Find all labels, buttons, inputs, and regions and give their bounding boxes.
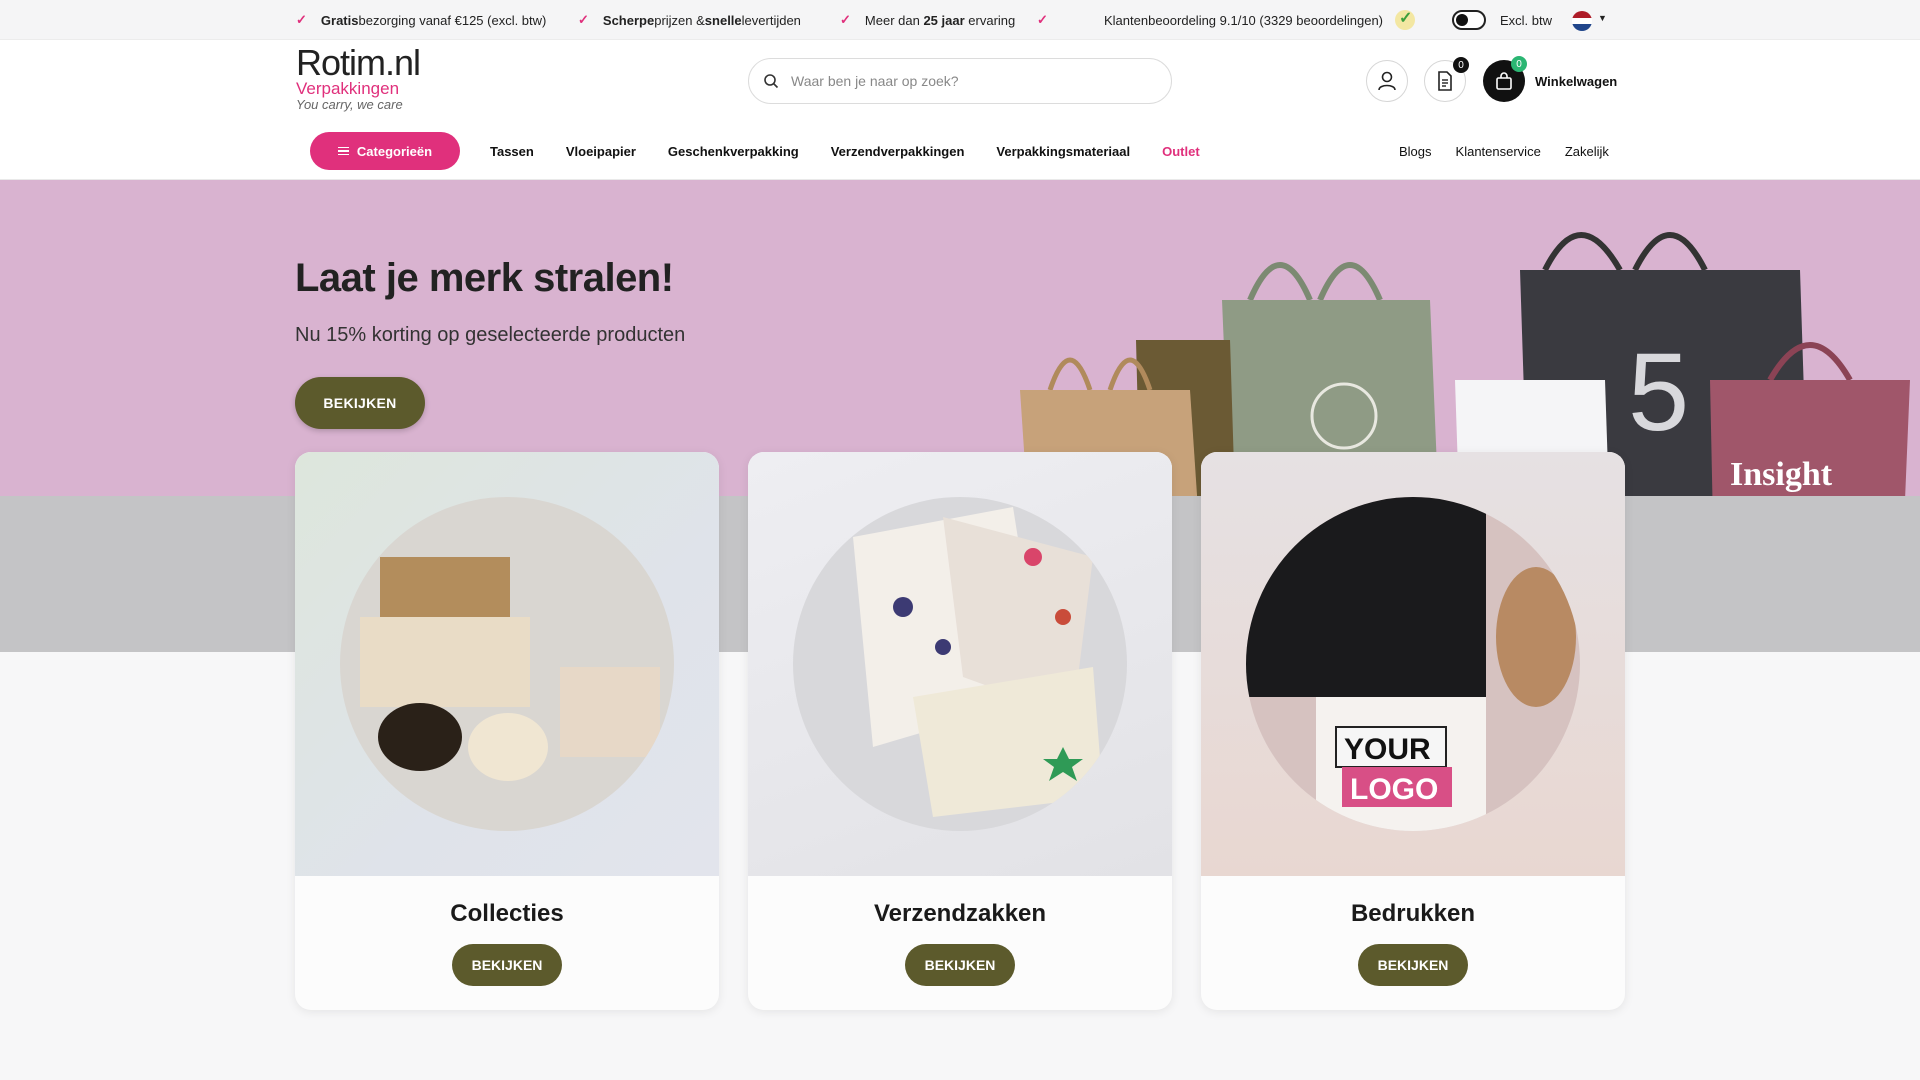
customer-rating[interactable]: Klantenbeoordeling 9.1/10 (3329 beoordel… — [1104, 0, 1415, 40]
card-title: Verzendzakken — [873, 900, 1047, 927]
nav-item-verzendverpakkingen[interactable]: Verzendverpakkingen — [831, 144, 965, 159]
card-title: Collecties — [450, 900, 564, 927]
shopping-bag-button[interactable]: 0 — [1483, 56, 1527, 102]
check-icon: ✓ — [1037, 12, 1048, 27]
hero-bags-image: 5 Insight — [1020, 232, 1910, 496]
svg-text:LOGO: LOGO — [1350, 773, 1438, 806]
quote-button[interactable]: 0 — [1424, 57, 1469, 102]
check-icon: ✓ — [840, 12, 851, 27]
user-icon — [1378, 71, 1396, 91]
search-icon[interactable] — [763, 73, 779, 89]
document-icon — [1438, 71, 1452, 91]
nav-links: Tassen Vloeipapier Geschenkverpakking Ve… — [490, 132, 1200, 170]
usp-text: ervaring — [968, 12, 1016, 28]
usp-bold: Scherpe — [602, 12, 655, 28]
categories-button[interactable]: Categorieën — [310, 132, 460, 170]
rating-text: Klantenbeoordeling 9.1/10 (3329 beoordel… — [1104, 12, 1383, 28]
hero-banner: 5 Insight Laat je merk stralen! Nu 15% k… — [0, 180, 1920, 496]
site-header: Rotim.nl Verpakkingen You carry, we care… — [0, 40, 1920, 180]
printed-box-image: YOUR LOGO — [1246, 497, 1580, 831]
usp-text: Meer dan — [864, 12, 920, 28]
chevron-down-icon[interactable]: ▼ — [1598, 13, 1607, 23]
usp-text: levertijden — [741, 12, 801, 28]
svg-text:YOUR: YOUR — [1344, 733, 1431, 766]
logo-main-text: Rotim.nl — [296, 42, 421, 83]
card-title: Bedrukken — [1350, 900, 1476, 927]
usp-rating-check: ✓ — [1037, 0, 1062, 40]
toggle-switch[interactable] — [1452, 10, 1486, 30]
review-badge-icon — [1395, 8, 1415, 30]
account-button[interactable] — [1366, 60, 1408, 102]
usp-bold: 25 jaar — [923, 12, 965, 28]
card-image — [748, 452, 1172, 876]
card-image — [295, 452, 719, 876]
svg-text:5: 5 — [1628, 331, 1689, 454]
nav-item-outlet[interactable]: Outlet — [1162, 144, 1200, 159]
card-image: YOUR LOGO — [1201, 452, 1625, 876]
collections-image — [340, 497, 674, 831]
usp-text: prijzen & — [654, 12, 705, 28]
quote-count-badge: 0 — [1453, 57, 1469, 73]
category-card-bedrukken[interactable]: YOUR LOGO Bedrukken BEKIJKEN — [1201, 452, 1625, 1010]
nav-item-klantenservice[interactable]: Klantenservice — [1456, 144, 1541, 159]
cart-count-badge: 0 — [1511, 56, 1527, 72]
card-view-button[interactable]: BEKIJKEN — [905, 944, 1015, 986]
search-input[interactable] — [791, 73, 1131, 89]
svg-text:Insight: Insight — [1730, 456, 1833, 493]
nav-item-blogs[interactable]: Blogs — [1399, 144, 1432, 159]
nav-item-geschenkverpakking[interactable]: Geschenkverpakking — [668, 144, 799, 159]
usp-prices: ✓ Scherpe prijzen & snelle levertijden — [578, 0, 801, 40]
card-view-button[interactable]: BEKIJKEN — [1358, 944, 1468, 986]
vat-toggle[interactable]: Excl. btw — [1452, 0, 1552, 40]
check-icon: ✓ — [296, 12, 307, 27]
shopping-bag-icon — [1496, 72, 1512, 90]
logo[interactable]: Rotim.nl Verpakkingen You carry, we care — [296, 42, 421, 112]
nav-item-tassen[interactable]: Tassen — [490, 144, 534, 159]
usp-free-shipping: ✓ Gratis bezorging vanaf €125 (excl. btw… — [296, 0, 546, 40]
cart-label[interactable]: Winkelwagen — [1535, 74, 1617, 89]
netherlands-flag-icon[interactable] — [1572, 11, 1592, 31]
usp-bar: ✓ Gratis bezorging vanaf €125 (excl. btw… — [0, 0, 1920, 40]
usp-text: bezorging vanaf €125 (excl. btw) — [358, 12, 547, 28]
main-nav: Categorieën Tassen Vloeipapier Geschenkv… — [310, 132, 1200, 170]
hero-subtitle: Nu 15% korting op geselecteerde producte… — [295, 324, 686, 346]
secondary-nav: Blogs Klantenservice Zakelijk — [1399, 132, 1609, 170]
hero-view-button[interactable]: BEKIJKEN — [295, 377, 425, 429]
check-icon: ✓ — [578, 12, 589, 27]
logo-tagline: You carry, we care — [296, 97, 403, 112]
nav-item-verpakkingsmateriaal[interactable]: Verpakkingsmateriaal — [996, 144, 1130, 159]
card-view-button[interactable]: BEKIJKEN — [452, 944, 562, 986]
mailer-bags-image — [793, 497, 1127, 831]
search-bar[interactable] — [748, 58, 1172, 104]
categories-label: Categorieën — [356, 143, 433, 159]
usp-bold: snelle — [704, 12, 742, 28]
cart-button[interactable]: 0 Winkelwagen — [1483, 56, 1617, 102]
usp-bold: Gratis — [320, 12, 359, 28]
menu-icon — [337, 146, 349, 156]
category-card-collecties[interactable]: Collecties BEKIJKEN — [295, 452, 719, 1010]
nav-item-zakelijk[interactable]: Zakelijk — [1565, 144, 1609, 159]
hero-title: Laat je merk stralen! — [295, 256, 674, 300]
nav-item-vloeipapier[interactable]: Vloeipapier — [566, 144, 636, 159]
vat-toggle-label: Excl. btw — [1500, 12, 1553, 28]
category-card-verzendzakken[interactable]: Verzendzakken BEKIJKEN — [748, 452, 1172, 1010]
usp-experience: ✓ Meer dan 25 jaar ervaring — [840, 0, 1015, 40]
